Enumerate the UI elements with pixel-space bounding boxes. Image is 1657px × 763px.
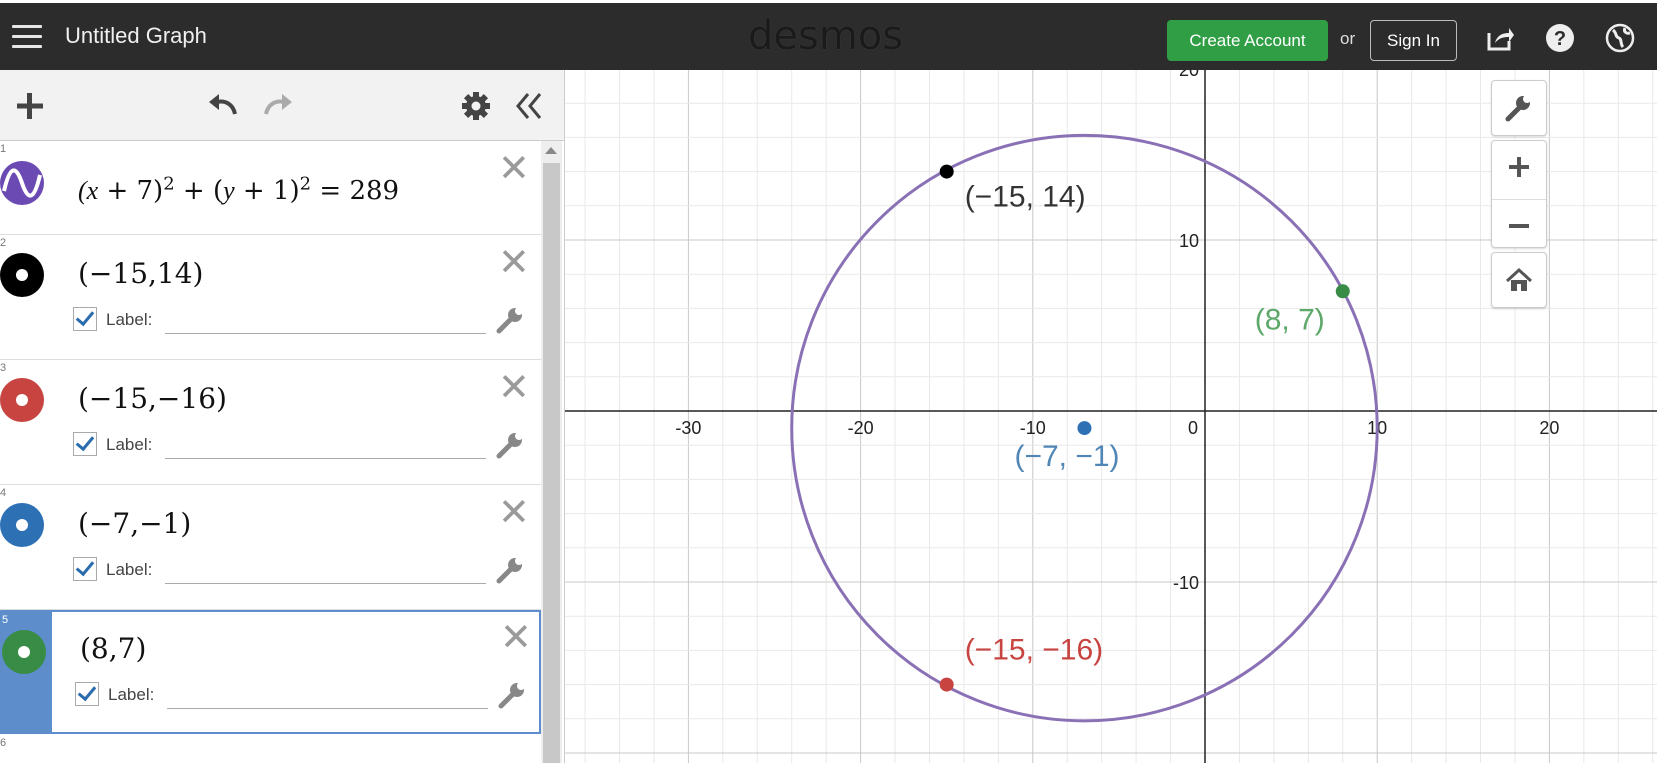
home-icon — [1505, 267, 1533, 291]
or-text: or — [1340, 29, 1356, 48]
delete-expression-icon[interactable]: ✕ — [498, 243, 530, 281]
label-input[interactable] — [167, 680, 488, 709]
point-marker — [1335, 284, 1350, 299]
x-tick-label: 20 — [1539, 418, 1559, 438]
expression-gutter: 1 — [0, 141, 50, 234]
expression-scrollbar[interactable] — [541, 141, 562, 763]
label-input[interactable] — [165, 555, 486, 584]
wrench-icon[interactable] — [495, 555, 525, 585]
curve-color-icon[interactable] — [0, 161, 44, 205]
sign-in-button[interactable]: Sign In — [1370, 20, 1457, 61]
point-marker — [939, 164, 954, 179]
point-expression[interactable]: (−15,−16) — [78, 382, 227, 415]
x-tick-label: -20 — [848, 418, 874, 438]
point-label: (−15, 14) — [965, 181, 1086, 214]
expression-row[interactable]: 1 (x + 7)2 + (y + 1)2 = 289 ✕ — [0, 141, 541, 235]
point-color-icon[interactable] — [0, 378, 44, 422]
point-expression[interactable]: (8,7) — [80, 632, 146, 665]
expression-row[interactable]: 2 (−15,14) ✕ Label: — [0, 235, 541, 360]
point-label: (8, 7) — [1255, 303, 1325, 336]
top-bar: Untitled Graph desmos Create Account or … — [0, 0, 1657, 70]
point-marker — [939, 677, 954, 692]
wrench-icon[interactable] — [495, 430, 525, 460]
label-text: Label: — [106, 560, 153, 579]
x-tick-label: -30 — [675, 418, 701, 438]
expression-index: 4 — [0, 487, 7, 499]
expression-gutter: 3 — [0, 360, 50, 484]
point-color-icon[interactable] — [2, 630, 46, 674]
expression-gutter: 2 — [0, 235, 50, 359]
wrench-icon[interactable] — [497, 680, 527, 710]
label-input[interactable] — [165, 430, 486, 459]
graph-settings-button[interactable] — [1491, 80, 1547, 136]
share-icon[interactable] — [1485, 23, 1515, 53]
expression-toolbar — [0, 70, 564, 141]
x-tick-label: -10 — [1020, 418, 1046, 438]
expression-gutter: 6 — [0, 735, 50, 763]
label-checkbox[interactable] — [75, 682, 99, 706]
menu-icon[interactable] — [12, 25, 42, 49]
point-label: (−7, −1) — [1014, 440, 1119, 473]
zoom-controls — [1491, 140, 1547, 248]
delete-expression-icon[interactable]: ✕ — [498, 493, 530, 531]
point-expression[interactable]: (−7,−1) — [78, 507, 191, 540]
help-icon[interactable]: ? — [1545, 23, 1575, 53]
redo-icon[interactable] — [260, 88, 296, 124]
settings-icon[interactable] — [458, 88, 494, 124]
language-globe-icon[interactable] — [1605, 23, 1635, 53]
delete-expression-icon[interactable]: ✕ — [500, 618, 532, 656]
expression-math[interactable]: (x + 7)2 + (y + 1)2 = 289 — [78, 173, 399, 206]
zoom-out-icon[interactable] — [1492, 200, 1546, 252]
zoom-in-icon[interactable] — [1492, 141, 1546, 194]
expression-index: 6 — [0, 737, 7, 749]
expression-index: 1 — [0, 143, 7, 155]
y-tick-label: -10 — [1173, 573, 1199, 593]
label-checkbox[interactable] — [73, 557, 97, 581]
expression-row[interactable]: 3 (−15,−16) ✕ Label: — [0, 360, 541, 485]
point-color-icon[interactable] — [0, 253, 44, 297]
label-input[interactable] — [165, 305, 486, 334]
undo-icon[interactable] — [205, 88, 241, 124]
svg-text:?: ? — [1554, 28, 1566, 50]
default-view-button[interactable] — [1491, 252, 1547, 308]
label-checkbox[interactable] — [73, 432, 97, 456]
delete-expression-icon[interactable]: ✕ — [498, 149, 530, 187]
expression-index: 5 — [2, 614, 9, 626]
expression-row-active[interactable]: 5 (8,7) ✕ Label: — [0, 610, 541, 734]
label-text: Label: — [108, 685, 155, 704]
point-color-icon[interactable] — [0, 503, 44, 547]
expression-index: 2 — [0, 237, 7, 249]
y-tick-label: 10 — [1179, 231, 1199, 251]
point-marker — [1077, 421, 1092, 436]
desmos-logo: desmos — [748, 13, 904, 59]
add-icon[interactable] — [12, 88, 48, 124]
collapse-icon[interactable] — [512, 88, 548, 124]
expression-index: 3 — [0, 362, 7, 374]
x-tick-label: 0 — [1188, 418, 1198, 438]
label-checkbox[interactable] — [73, 307, 97, 331]
y-tick-label: 20 — [1179, 70, 1199, 80]
point-label: (−15, −16) — [965, 634, 1103, 667]
wrench-icon[interactable] — [495, 305, 525, 335]
graph-title[interactable]: Untitled Graph — [65, 23, 207, 49]
graph-paper[interactable]: -30 -20 -10 0 10 20 20 10 -10 (−15, 14) (−15, −16)… — [565, 70, 1657, 763]
point-expression[interactable]: (−15,14) — [78, 257, 203, 290]
label-text: Label: — [106, 310, 153, 329]
delete-expression-icon[interactable]: ✕ — [498, 368, 530, 406]
label-text: Label: — [106, 435, 153, 454]
scrollbar-thumb[interactable] — [543, 163, 560, 763]
expression-row-empty[interactable]: 6 — [0, 735, 541, 763]
expression-panel: 1 (x + 7)2 + (y + 1)2 = 289 ✕ 2 (−15,14)… — [0, 70, 565, 763]
create-account-button[interactable]: Create Account — [1167, 20, 1328, 61]
wrench-icon — [1505, 95, 1531, 122]
expression-gutter: 5 — [2, 612, 52, 732]
scroll-up-arrow[interactable] — [545, 147, 557, 154]
expression-gutter: 4 — [0, 485, 50, 609]
expression-row[interactable]: 4 (−7,−1) ✕ Label: — [0, 485, 541, 610]
expression-list: 1 (x + 7)2 + (y + 1)2 = 289 ✕ 2 (−15,14)… — [0, 141, 541, 763]
circle-equation[interactable]: (x + 7)2 + (y + 1)2 = 289 — [78, 173, 399, 206]
